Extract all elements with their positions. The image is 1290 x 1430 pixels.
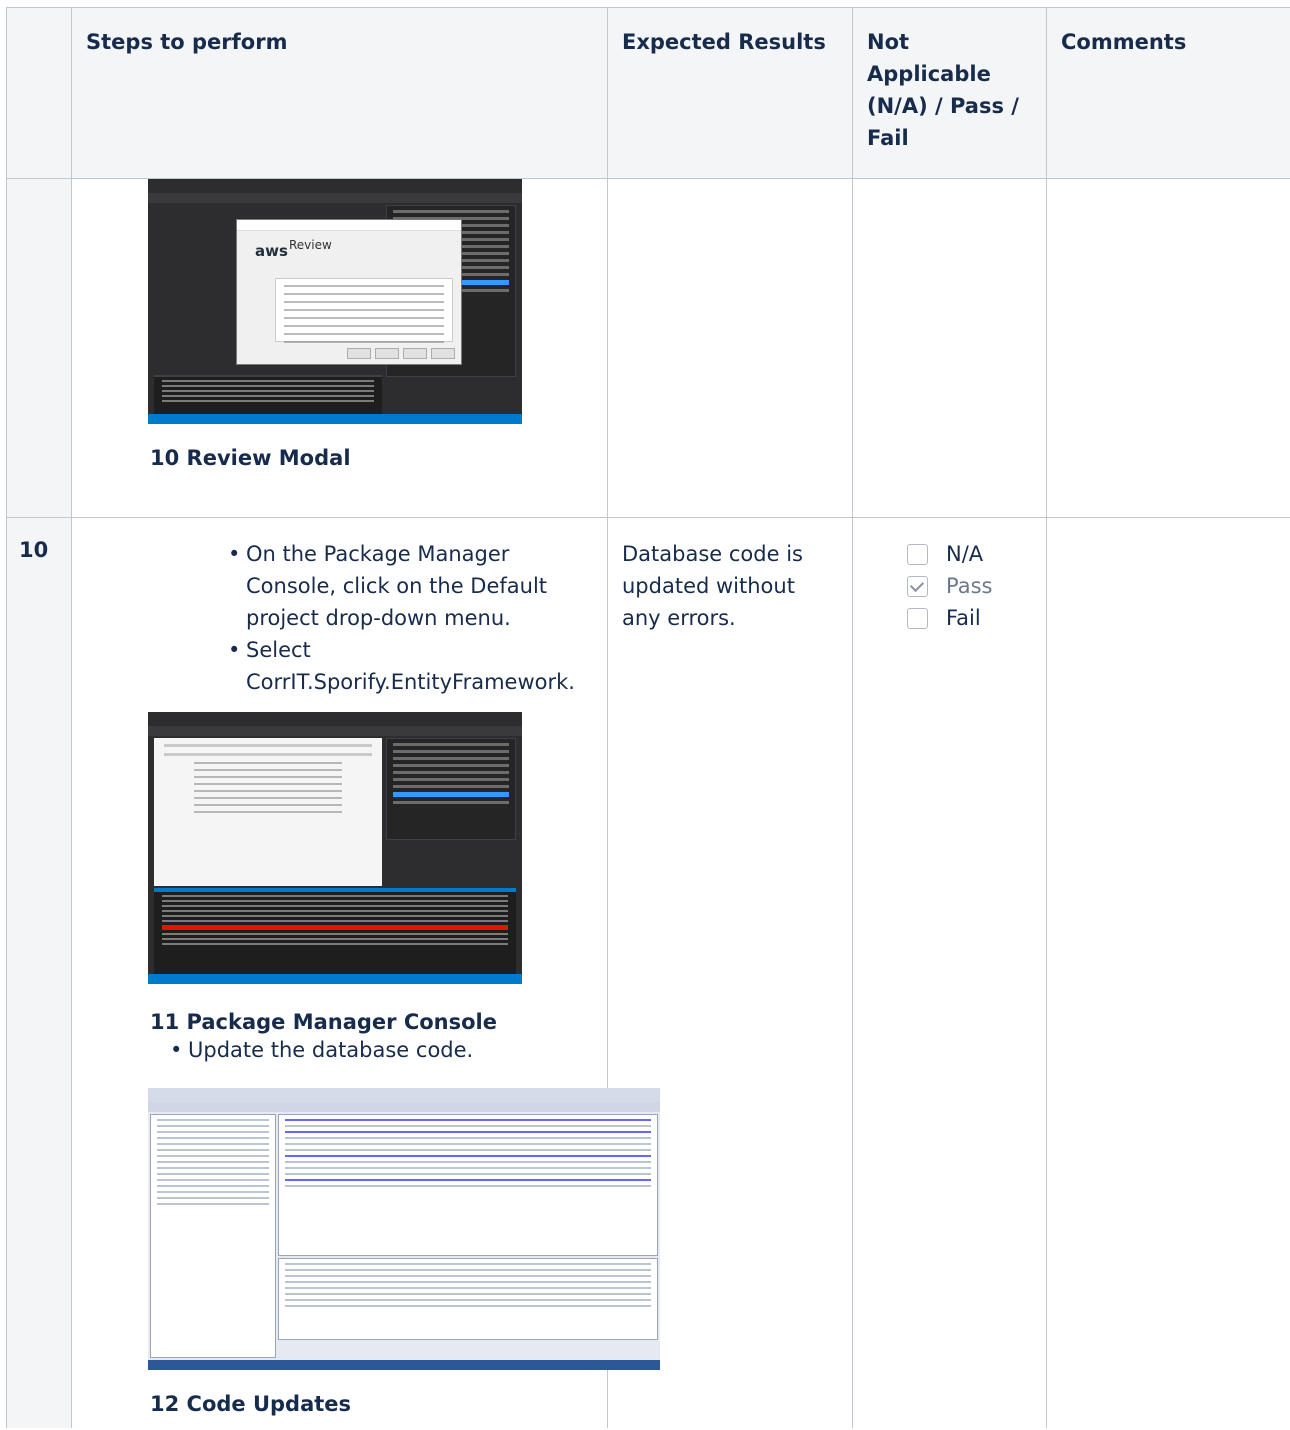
pmc-pane — [154, 888, 516, 976]
object-explorer — [150, 1114, 276, 1358]
option-label: Fail — [946, 606, 981, 630]
aws-logo: aws — [255, 242, 288, 260]
header-number — [6, 7, 72, 179]
option-pass[interactable]: Pass — [907, 570, 1046, 602]
option-fail[interactable]: Fail — [907, 602, 1046, 634]
output-pane — [154, 375, 382, 415]
row-number-empty — [6, 178, 72, 518]
header-steps: Steps to perform — [71, 7, 608, 179]
pmc-bullets: Update the database code. — [86, 1034, 593, 1066]
step-bullets: On the Package Manager Console, click on… — [86, 538, 593, 698]
row-number: 10 — [6, 517, 72, 1428]
option-label: N/A — [946, 542, 984, 566]
test-steps-table: Steps to perform Expected Results Not Ap… — [6, 7, 1290, 1428]
step-bullet: Update the database code. — [170, 1034, 593, 1066]
expected-result: Database code is updated without any err… — [622, 542, 803, 630]
status-options: N/A Pass Fail — [853, 518, 1046, 634]
comments-cell-empty — [1046, 178, 1290, 518]
step-bullet: On the Package Manager Console, click on… — [228, 538, 593, 634]
steps-cell: On the Package Manager Console, click on… — [71, 517, 660, 1428]
results-grid — [278, 1258, 658, 1340]
status-cell: N/A Pass Fail — [852, 517, 1047, 1428]
header-row: Steps to perform Expected Results Not Ap… — [6, 7, 1290, 179]
checkbox-na[interactable] — [907, 543, 928, 565]
vs-menubar — [148, 179, 522, 194]
header-status: Not Applicable (N/A) / Pass / Fail — [852, 7, 1047, 179]
caption-code-updates: 12 Code Updates — [150, 1392, 352, 1416]
checkbox-fail[interactable] — [907, 607, 928, 629]
steps-cell: aws Review 10 Review Modal — [71, 178, 608, 518]
vs-toolbar — [148, 193, 522, 203]
dialog-title: Review — [289, 238, 332, 252]
comments-cell[interactable] — [1046, 517, 1290, 1428]
vs-statusbar — [148, 414, 522, 424]
caption-package-manager-console: 11 Package Manager Console — [150, 1010, 497, 1034]
checkbox-pass[interactable] — [907, 575, 928, 597]
option-na[interactable]: N/A — [907, 538, 1046, 570]
code-updates-screenshot — [148, 1088, 660, 1370]
review-modal-row: aws Review 10 Review Modal — [6, 178, 1290, 518]
step-10-row: 10 On the Package Manager Console, click… — [6, 517, 1290, 1428]
query-editor — [278, 1114, 658, 1256]
header-comments: Comments — [1046, 7, 1290, 179]
status-cell-empty — [852, 178, 1047, 518]
caption-review-modal: 10 Review Modal — [150, 446, 351, 470]
option-label: Pass — [946, 574, 993, 598]
header-expected: Expected Results — [607, 7, 853, 179]
step-bullet: Select CorrIT.Sporify.EntityFramework. — [228, 634, 593, 698]
expected-cell-empty — [607, 178, 853, 518]
aws-review-dialog: aws Review — [236, 219, 462, 365]
package-manager-console-screenshot — [148, 712, 522, 984]
review-modal-screenshot: aws Review — [148, 179, 522, 424]
